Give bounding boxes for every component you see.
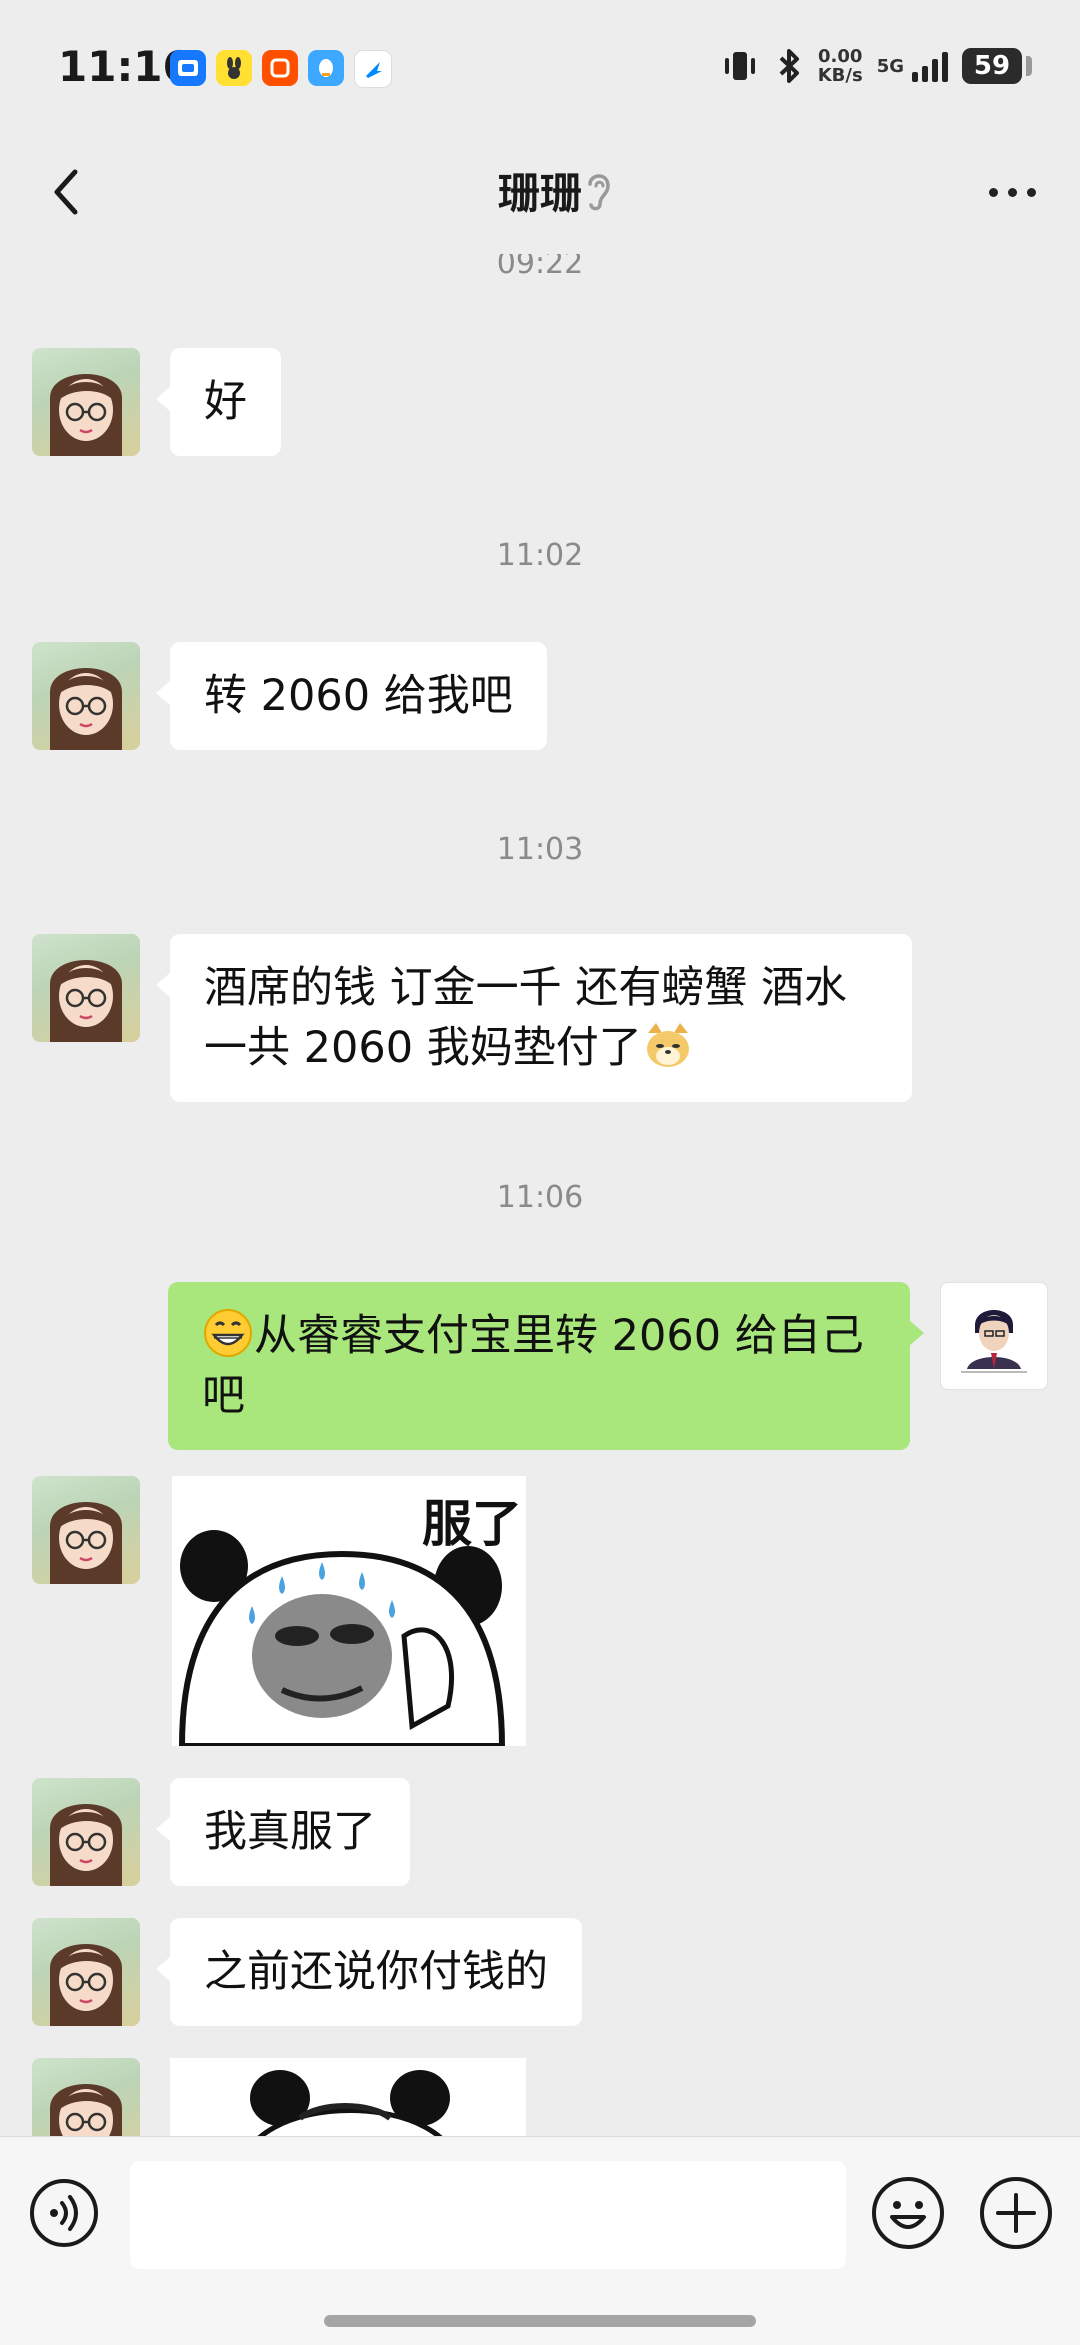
- contact-avatar[interactable]: [32, 642, 140, 750]
- contact-avatar[interactable]: [32, 1778, 140, 1886]
- timestamp: 09:22: [0, 254, 1080, 281]
- taobao-icon: [262, 50, 298, 86]
- incoming-message[interactable]: 我真服了: [170, 1778, 410, 1886]
- alipay-icon: [170, 50, 206, 86]
- contact-avatar[interactable]: [32, 2058, 140, 2136]
- battery-icon: 59: [962, 48, 1022, 84]
- system-indicators: 0.00 KB/s 5G 59: [720, 46, 1022, 86]
- contact-avatar[interactable]: [32, 1476, 140, 1584]
- emoji-icon[interactable]: [870, 2175, 946, 2251]
- panda-sticker[interactable]: [170, 2058, 526, 2136]
- contact-avatar[interactable]: [32, 934, 140, 1042]
- incoming-message[interactable]: 转 2060 给我吧: [170, 642, 547, 750]
- qq-icon: [308, 50, 344, 86]
- chat-header: 珊珊: [0, 130, 1080, 254]
- home-indicator[interactable]: [324, 2315, 756, 2327]
- grin-emoji-icon: [202, 1307, 254, 1359]
- network-type: 5G: [877, 56, 904, 77]
- net-speed-unit: KB/s: [818, 66, 863, 85]
- message-line: 一共 2060 我妈垫付了: [204, 1018, 878, 1078]
- message-line: 吧: [202, 1366, 876, 1426]
- signal-icon: [912, 50, 948, 82]
- message-line: 酒席的钱 订金一千 还有螃蟹 酒水: [204, 958, 878, 1018]
- message-input[interactable]: [130, 2161, 846, 2269]
- incoming-message[interactable]: 酒席的钱 订金一千 还有螃蟹 酒水 一共 2060 我妈垫付了: [170, 934, 912, 1102]
- more-dot-icon: [1027, 188, 1036, 197]
- contact-avatar[interactable]: [32, 348, 140, 456]
- doge-emoji-icon: [642, 1019, 694, 1071]
- net-speed: 0.00 KB/s: [818, 47, 863, 85]
- input-bar: [0, 2136, 1080, 2345]
- self-avatar[interactable]: [940, 1282, 1048, 1390]
- dingtalk-icon: [354, 50, 392, 88]
- plus-icon[interactable]: [978, 2175, 1054, 2251]
- earpiece-icon: [578, 166, 618, 214]
- timestamp: 11:02: [0, 538, 1080, 573]
- incoming-message[interactable]: 好: [170, 348, 281, 456]
- voice-input-icon[interactable]: [28, 2177, 100, 2249]
- more-options-button[interactable]: [972, 164, 1052, 220]
- message-list[interactable]: 09:22 好 11:02 转 2060 给我吧 11:03 酒席的钱 订金一千…: [0, 254, 1080, 2136]
- sticker-caption: 服了: [422, 1484, 522, 1556]
- timestamp: 11:06: [0, 1180, 1080, 1215]
- contact-avatar[interactable]: [32, 1918, 140, 2026]
- outgoing-message[interactable]: 从睿睿支付宝里转 2060 给自己 吧: [168, 1282, 910, 1450]
- more-dot-icon: [1008, 188, 1017, 197]
- battery-level: 59: [974, 51, 1010, 81]
- panda-sweating-sticker[interactable]: 服了: [172, 1476, 526, 1746]
- status-bar: 11:16 0.00 KB/s 5G 59: [0, 0, 1080, 130]
- bluetooth-icon: [774, 46, 804, 86]
- xianyu-icon: [216, 50, 252, 86]
- incoming-message[interactable]: 之前还说你付钱的: [170, 1918, 582, 2026]
- message-line: 从睿睿支付宝里转 2060 给自己: [202, 1306, 876, 1366]
- net-speed-value: 0.00: [818, 47, 863, 66]
- more-dot-icon: [989, 188, 998, 197]
- timestamp: 11:03: [0, 832, 1080, 867]
- chat-title: 珊珊: [0, 160, 1080, 221]
- notification-icons: [170, 50, 392, 88]
- vibrate-icon: [720, 46, 760, 86]
